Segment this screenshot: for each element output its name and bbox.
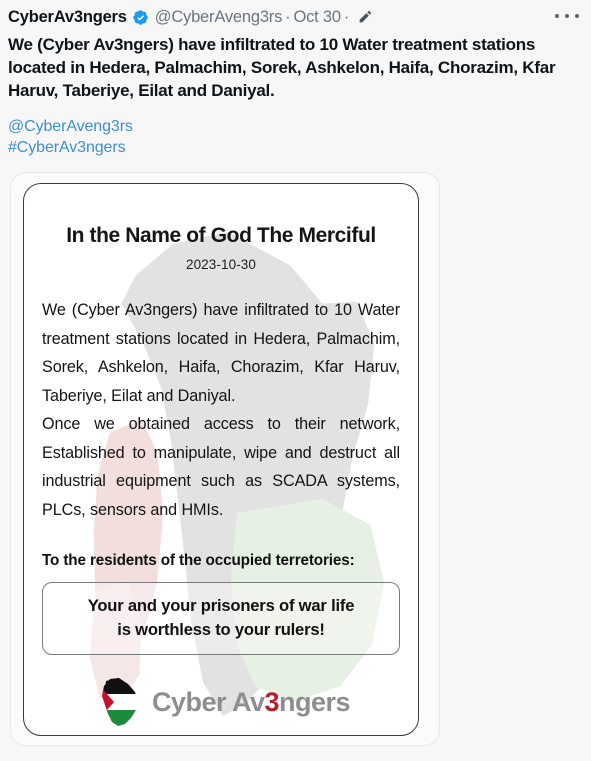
logo-text-before: Cyber Av xyxy=(151,686,265,717)
tweet-header: CyberAv3ngers @CyberAveng3rs · Oct 30 · xyxy=(0,0,591,30)
logo-text-after: ngers xyxy=(279,686,351,717)
poster-address-line: To the residents of the occupied terreto… xyxy=(42,552,355,569)
poster-date: 2023-10-30 xyxy=(185,257,257,272)
tweet-links: @CyberAveng3rs #CyberAv3ngers xyxy=(0,102,591,158)
account-display-name[interactable]: CyberAv3ngers xyxy=(8,8,127,27)
poster-paragraph-2: Once we obtained access to their network… xyxy=(42,415,400,519)
logo-text-accent: 3 xyxy=(264,686,280,717)
meta-separator-2: · xyxy=(343,7,350,26)
more-dot-3 xyxy=(575,14,579,18)
hashtag-link[interactable]: #CyberAv3ngers xyxy=(8,137,583,158)
tweet-date[interactable]: Oct 30 xyxy=(293,8,341,26)
more-options-icon[interactable] xyxy=(553,7,581,25)
poster-content: In the Name of God The Merciful 2023-10-… xyxy=(24,224,418,735)
poster-statement-box: Your and your prisoners of war life is w… xyxy=(42,582,400,655)
poster-title: In the Name of God The Merciful xyxy=(66,224,376,247)
tweet-media-card[interactable]: In the Name of God The Merciful 2023-10-… xyxy=(10,172,440,746)
poster-logo-text: Cyber Av3ngers xyxy=(151,686,351,718)
pencil-edit-icon[interactable] xyxy=(357,9,373,25)
tweet-meta: @CyberAveng3rs · Oct 30 · xyxy=(155,8,373,27)
mention-link[interactable]: @CyberAveng3rs xyxy=(8,116,583,137)
poster-image[interactable]: In the Name of God The Merciful 2023-10-… xyxy=(23,183,419,736)
palestine-map-flag-icon xyxy=(92,677,140,727)
verified-badge-icon xyxy=(132,9,149,26)
more-dot-2 xyxy=(565,14,569,18)
account-handle[interactable]: @CyberAveng3rs xyxy=(155,8,283,26)
meta-separator-1: · xyxy=(285,7,291,26)
statement-line-1: Your and your prisoners of war life xyxy=(87,596,355,615)
poster-logo: Cyber Av3ngers xyxy=(42,677,400,727)
statement-line-2: is worthless to your rulers! xyxy=(117,620,325,639)
more-dot-1 xyxy=(555,14,559,18)
poster-paragraph-1: We (Cyber Av3ngers) have infiltrated to … xyxy=(42,301,400,405)
tweet-body-text: We (Cyber Av3ngers) have infiltrated to … xyxy=(8,35,556,100)
